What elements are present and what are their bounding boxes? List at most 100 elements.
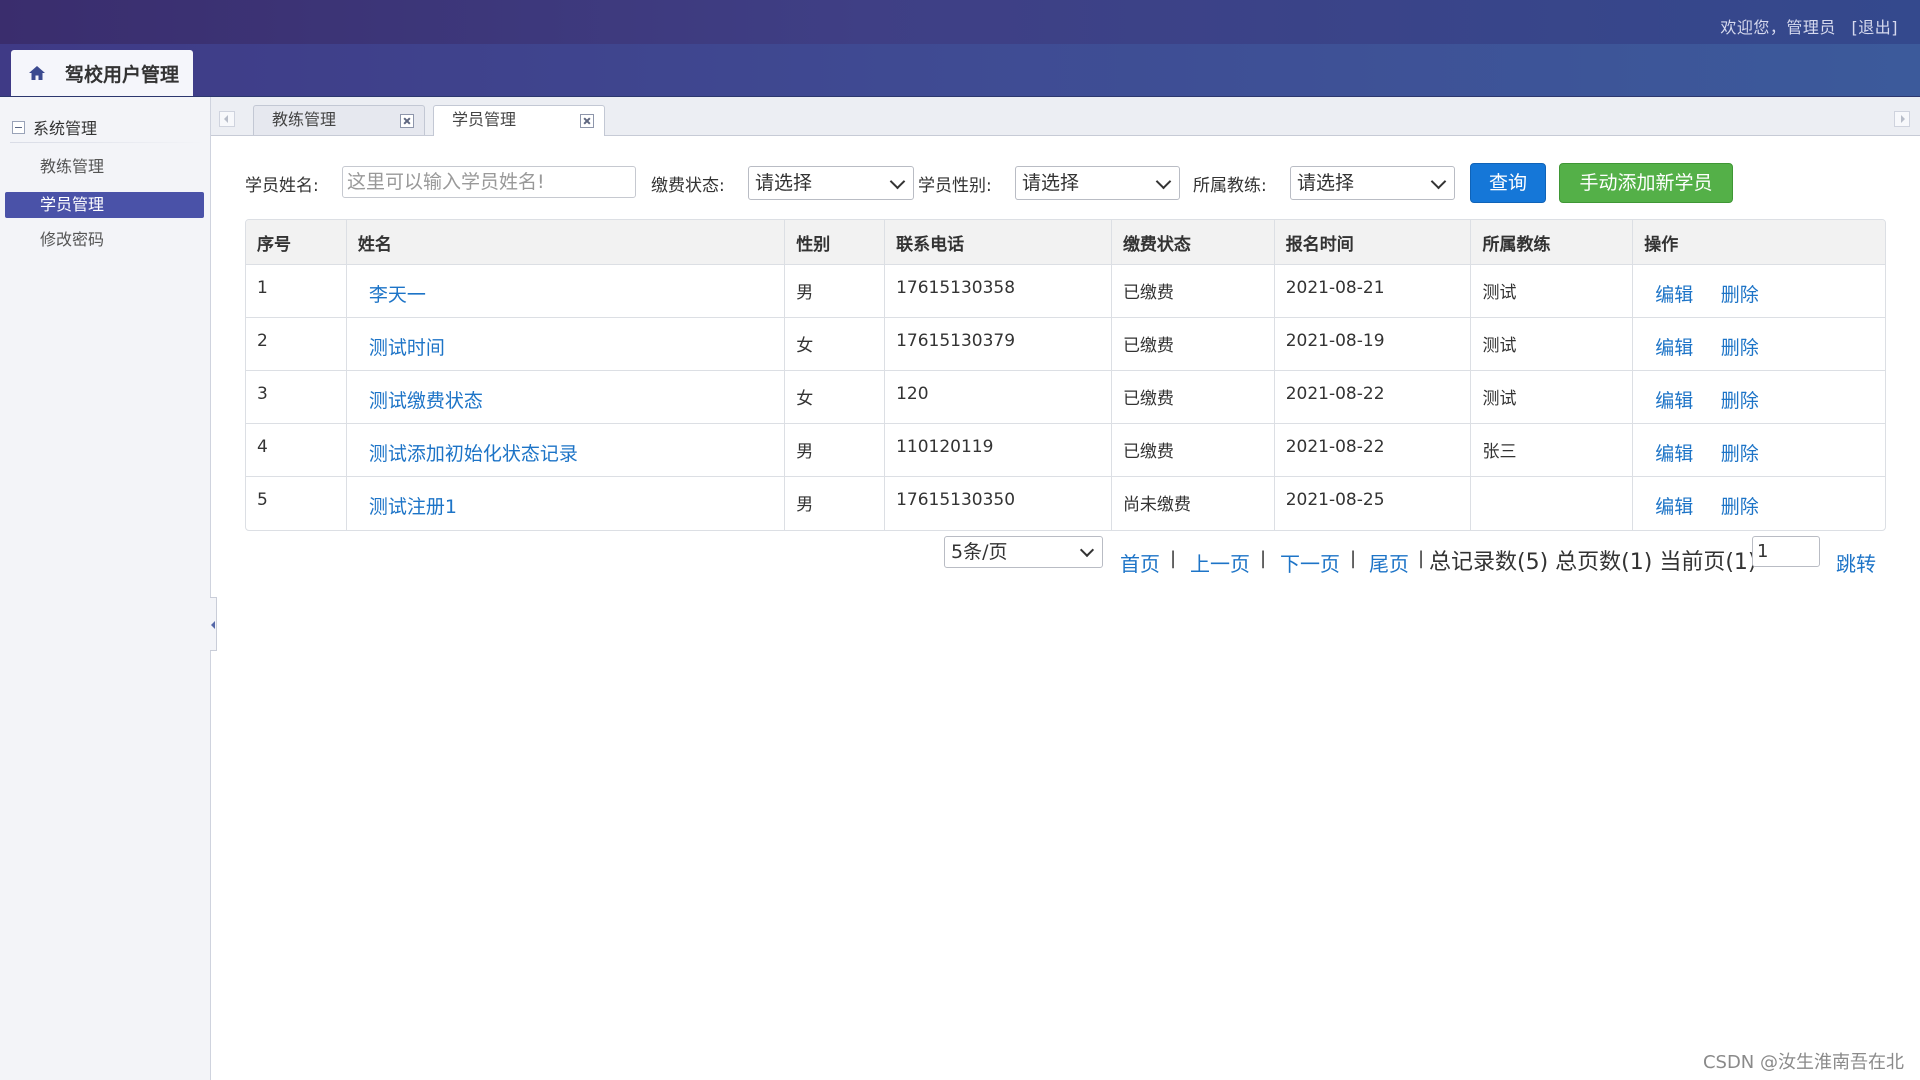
tab-student-management[interactable]: 学员管理: [433, 105, 605, 136]
app-header-band: 驾校用户管理: [0, 44, 1920, 97]
edit-link[interactable]: 编辑: [1655, 390, 1693, 412]
close-icon[interactable]: [580, 114, 594, 128]
actions-cell: 编辑 删除: [1633, 371, 1885, 424]
column-header: 所属教练: [1471, 220, 1634, 265]
tab-label: 教练管理: [272, 110, 337, 129]
student-table: 序号 姓名 性别 联系电话 缴费状态 报名时间 所属教练 操作 1 李天一 男 …: [245, 219, 1886, 531]
phone-cell: 17615130358: [885, 265, 1112, 318]
gender-cell: 女: [785, 318, 886, 371]
fee-status-label: 缴费状态:: [651, 176, 725, 196]
gender-select[interactable]: 请选择: [1015, 166, 1180, 200]
column-header: 联系电话: [885, 220, 1112, 265]
phone-cell: 110120119: [885, 424, 1112, 477]
coach-cell: 测试: [1471, 371, 1634, 424]
sidebar: 系统管理 教练管理 学员管理 修改密码: [0, 97, 211, 1080]
tab-scroll-right-icon[interactable]: [1894, 111, 1910, 127]
student-name-link[interactable]: 李天一: [369, 284, 426, 306]
table-row: 4 测试添加初始化状态记录 男 110120119 已缴费 2021-08-22…: [246, 424, 1885, 477]
student-name-link[interactable]: 测试时间: [369, 337, 445, 359]
app-title-tab[interactable]: 驾校用户管理: [11, 50, 193, 96]
sidebar-collapse-handle[interactable]: [210, 597, 217, 651]
actions-cell: 编辑 删除: [1633, 265, 1885, 318]
row-number: 5: [246, 477, 347, 530]
column-header: 性别: [785, 220, 886, 265]
edit-link[interactable]: 编辑: [1655, 337, 1693, 359]
table-row: 3 测试缴费状态 女 120 已缴费 2021-08-22 测试 编辑 删除: [246, 371, 1885, 424]
name-cell: 测试时间: [346, 318, 786, 371]
page-size-select[interactable]: 5条/页: [944, 536, 1103, 568]
gender-cell: 男: [785, 477, 886, 530]
actions-cell: 编辑 删除: [1633, 424, 1885, 477]
name-cell: 测试缴费状态: [346, 371, 786, 424]
pagination: 5条/页 首页 | 上一页 | 下一页 | 尾页 | 总记录数(5) 总页数(1…: [944, 536, 1884, 576]
next-page-link[interactable]: 下一页: [1280, 548, 1340, 577]
pager-separator: |: [1350, 548, 1357, 569]
chevron-down-icon: [1430, 173, 1447, 190]
edit-link[interactable]: 编辑: [1655, 496, 1693, 518]
sidebar-item-change-password[interactable]: 修改密码: [5, 227, 204, 253]
delete-link[interactable]: 删除: [1721, 284, 1759, 306]
coach-select[interactable]: 请选择: [1290, 166, 1455, 200]
fee-status-cell: 已缴费: [1111, 424, 1275, 477]
tab-coach-management[interactable]: 教练管理: [253, 105, 425, 135]
coach-cell: 测试: [1471, 318, 1634, 371]
menu-divider: [10, 142, 205, 143]
page-number-input[interactable]: [1752, 536, 1820, 567]
collapse-minus-icon[interactable]: [12, 120, 25, 134]
table-row: 1 李天一 男 17615130358 已缴费 2021-08-21 测试 编辑…: [246, 265, 1885, 318]
gender-cell: 女: [785, 371, 886, 424]
close-icon[interactable]: [400, 114, 414, 128]
tab-strip: 教练管理 学员管理: [211, 97, 1920, 136]
name-cell: 测试注册1: [347, 477, 786, 530]
actions-cell: 编辑 删除: [1633, 477, 1885, 530]
phone-cell: 17615130350: [885, 477, 1112, 530]
pager-separator: |: [1170, 548, 1177, 569]
search-bar: 学员姓名: 缴费状态: 请选择 学员性别: 请选择 所属教练: 请选择 查询 手…: [245, 163, 1895, 204]
add-student-button[interactable]: 手动添加新学员: [1559, 163, 1733, 203]
row-number: 1: [246, 265, 347, 318]
fee-status-value: 请选择: [755, 172, 813, 194]
sidebar-item-student[interactable]: 学员管理: [5, 192, 204, 218]
student-name-link[interactable]: 测试添加初始化状态记录: [369, 443, 578, 465]
student-name-link[interactable]: 测试注册1: [369, 496, 457, 518]
student-name-input[interactable]: [342, 166, 636, 198]
first-page-link[interactable]: 首页: [1120, 548, 1160, 577]
gender-value: 请选择: [1022, 172, 1080, 194]
logout-link[interactable]: [退出]: [1852, 18, 1899, 37]
top-banner: 欢迎您，管理员 [退出]: [0, 0, 1920, 44]
column-header: 缴费状态: [1111, 220, 1275, 265]
delete-link[interactable]: 删除: [1721, 443, 1759, 465]
row-number: 2: [246, 318, 347, 371]
row-number: 3: [246, 371, 347, 424]
last-page-link[interactable]: 尾页: [1369, 548, 1409, 577]
welcome-area: 欢迎您，管理员 [退出]: [1720, 14, 1898, 38]
chevron-down-icon: [889, 173, 906, 190]
fee-status-cell: 已缴费: [1111, 265, 1275, 318]
fee-status-cell: 已缴费: [1111, 371, 1275, 424]
fee-status-cell: 尚未缴费: [1112, 477, 1275, 530]
pager-separator: |: [1260, 548, 1267, 569]
menu-group-system[interactable]: 系统管理: [12, 115, 202, 139]
signup-date-cell: 2021-08-22: [1274, 371, 1472, 424]
app-title: 驾校用户管理: [65, 63, 180, 86]
query-button[interactable]: 查询: [1470, 163, 1546, 203]
column-header: 报名时间: [1274, 220, 1472, 265]
delete-link[interactable]: 删除: [1721, 496, 1759, 518]
edit-link[interactable]: 编辑: [1655, 284, 1693, 306]
delete-link[interactable]: 删除: [1721, 390, 1759, 412]
column-header: 序号: [246, 220, 347, 265]
jump-link[interactable]: 跳转: [1836, 548, 1876, 577]
signup-date-cell: 2021-08-21: [1274, 265, 1472, 318]
fee-status-select[interactable]: 请选择: [748, 166, 914, 200]
student-name-link[interactable]: 测试缴费状态: [369, 390, 483, 412]
prev-page-link[interactable]: 上一页: [1190, 548, 1250, 577]
menu-group-label: 系统管理: [33, 119, 98, 138]
chevron-down-icon: [1079, 542, 1095, 558]
sidebar-item-coach[interactable]: 教练管理: [5, 154, 204, 180]
pager-separator: |: [1418, 548, 1425, 569]
edit-link[interactable]: 编辑: [1655, 443, 1693, 465]
tab-scroll-left-icon[interactable]: [219, 111, 235, 127]
coach-label: 所属教练:: [1193, 176, 1267, 196]
delete-link[interactable]: 删除: [1721, 337, 1759, 359]
fee-status-cell: 已缴费: [1111, 318, 1275, 371]
